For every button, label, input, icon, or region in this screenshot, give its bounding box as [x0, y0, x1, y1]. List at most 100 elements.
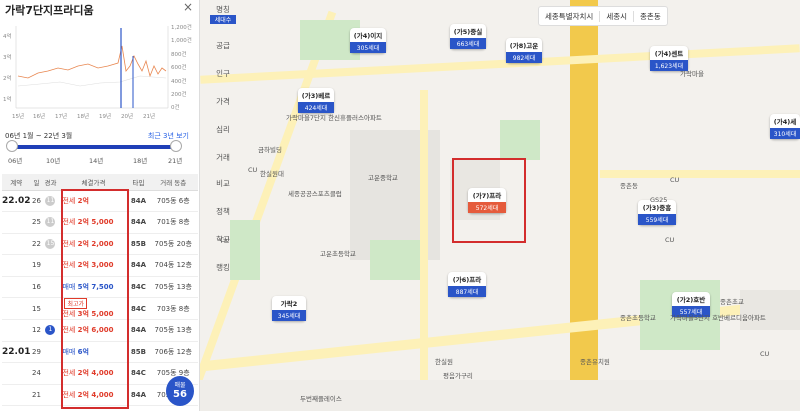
unit-type: 84C: [128, 276, 149, 298]
household-badge: 세대수: [210, 15, 236, 24]
col-contract: 계약: [2, 174, 31, 191]
contract-month: [2, 211, 31, 234]
map-label: 한실원대: [260, 170, 284, 178]
apt-marker[interactable]: (가5)중실 663세대: [450, 24, 486, 49]
x-tick: 18년: [77, 112, 89, 120]
elapsed-cell: 11: [42, 190, 59, 212]
map-label: 고운초등학교: [320, 250, 356, 258]
side-menu-policy[interactable]: 정책: [210, 206, 236, 217]
side-menu-name[interactable]: 명칭 세대수: [210, 4, 236, 24]
unit-floor: 705동 13층: [148, 319, 198, 342]
contract-month: 22.01: [2, 341, 31, 363]
price-highlight-box: [61, 189, 129, 409]
map-label: 종촌초교: [720, 298, 744, 306]
slider-start-handle[interactable]: [6, 140, 18, 152]
unit-type: 84A: [128, 211, 149, 234]
x-tick: 20년: [121, 112, 133, 120]
tab-region-1[interactable]: 세종시: [600, 10, 635, 22]
contract-month: 22.02: [2, 190, 31, 212]
contract-month: [2, 297, 31, 320]
col-floor: 거래 동층: [148, 174, 198, 191]
map-label: 가락마을7단지 한신휴플러스아파트: [286, 114, 382, 122]
recent-3y-link[interactable]: 최근 3년 보기: [148, 131, 189, 141]
col-elapsed: 경과: [42, 174, 59, 191]
map-label: 종촌유치원: [580, 358, 610, 366]
map-label: 평음가구리: [443, 372, 473, 380]
listing-count-button[interactable]: 매물 56: [166, 376, 194, 406]
map-label: CU: [665, 236, 675, 244]
contract-day: 16: [30, 276, 43, 298]
map-label: CU: [760, 350, 770, 358]
map-label: 가락마을5단지 호반베르디움아파트: [670, 314, 766, 322]
elapsed-badge: 15: [45, 238, 56, 249]
slider-ticks: 06년 10년 14년 18년 21년: [0, 155, 199, 165]
slider-tick: 21년: [168, 157, 183, 165]
slider-end-handle[interactable]: [170, 140, 182, 152]
unit-type: 84A: [128, 319, 149, 342]
slider-tick: 10년: [46, 157, 61, 165]
side-menu-ranking[interactable]: 랭킹: [210, 262, 236, 273]
y2-tick: 400건: [171, 78, 187, 85]
close-icon[interactable]: ×: [183, 0, 193, 14]
date-range: 06년 1월 ~ 22년 3월: [5, 132, 73, 140]
side-menu-population[interactable]: 인구: [210, 68, 236, 79]
apt-marker[interactable]: (가6)프라 887세대: [448, 272, 486, 297]
map-label: 종촌초등학교: [620, 314, 656, 322]
tab-region-0[interactable]: 세종특별자치시: [539, 10, 601, 22]
selected-apartment-box: [452, 158, 526, 243]
elapsed-badge: 11: [45, 217, 56, 228]
map-label: 금하빌딩: [258, 146, 282, 154]
side-menu-trade[interactable]: 거래: [210, 152, 236, 163]
unit-floor: 704동 12층: [148, 254, 198, 277]
map-label: 가락마을: [680, 70, 704, 78]
map-label: GS25: [650, 196, 668, 204]
contract-day: 25: [30, 211, 43, 234]
map-view[interactable]: 세종특별자치시 세종시 종촌동 명칭 세대수 공급 인구 가격 심리 거래 비교…: [200, 0, 800, 411]
side-menu-compare[interactable]: 비교: [210, 178, 236, 189]
col-day: 일: [30, 174, 43, 191]
y-tick: 1억: [3, 95, 12, 103]
map-label: CU: [220, 236, 230, 244]
apt-marker[interactable]: (가8)고운 982세대: [506, 38, 542, 63]
unit-floor: 705동 20층: [148, 233, 198, 255]
x-tick: 17년: [55, 112, 67, 120]
tab-region-2[interactable]: 종촌동: [634, 11, 667, 22]
map-label: CU: [670, 176, 680, 184]
contract-month: [2, 276, 31, 298]
side-menu-price[interactable]: 가격: [210, 96, 236, 107]
contract-month: [2, 384, 31, 406]
side-menu-sentiment[interactable]: 심리: [210, 124, 236, 135]
y2-tick: 800건: [171, 51, 187, 58]
contract-day: 21: [30, 384, 43, 406]
slider-tick: 18년: [133, 157, 148, 165]
y2-tick: 1,200건: [171, 24, 192, 31]
slider-tick: 14년: [89, 157, 104, 165]
x-tick: 15년: [12, 112, 24, 120]
listing-label: 매물: [174, 382, 186, 389]
map-label: CU: [248, 166, 258, 174]
apt-marker[interactable]: 가락2 345세대: [272, 296, 306, 321]
apt-marker[interactable]: (가4)이지 305세대: [350, 28, 386, 53]
contract-month: [2, 254, 31, 277]
y2-tick: 0건: [171, 104, 180, 111]
unit-type: 84C: [128, 297, 149, 320]
elapsed-cell: 1: [42, 319, 59, 342]
elapsed-cell: [42, 297, 59, 320]
unit-type: 84A: [128, 254, 149, 277]
contract-day: 12: [30, 319, 43, 342]
contract-day: 22: [30, 233, 43, 255]
unit-floor: 706동 12층: [148, 341, 198, 363]
unit-type: 84A: [128, 190, 149, 212]
side-menu-supply[interactable]: 공급: [210, 40, 236, 51]
region-tabs[interactable]: 세종특별자치시 세종시 종촌동: [538, 6, 668, 26]
date-range-slider[interactable]: [6, 140, 182, 152]
apt-marker[interactable]: (가3)베르 424세대: [298, 88, 334, 113]
contract-day: 15: [30, 297, 43, 320]
elapsed-cell: [42, 276, 59, 298]
apt-marker[interactable]: (가4)세 310세대: [770, 114, 800, 139]
listing-count: 56: [173, 389, 187, 400]
elapsed-cell: [42, 384, 59, 406]
y-tick: 3억: [3, 53, 12, 61]
unit-floor: 705동 6층: [148, 190, 198, 212]
x-tick: 19년: [99, 112, 111, 120]
